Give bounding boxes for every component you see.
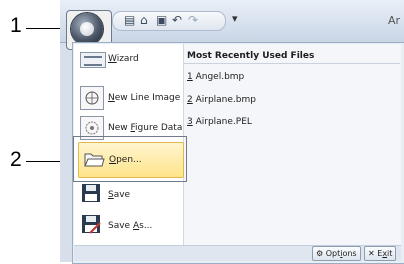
- exit-icon: ✕: [368, 249, 375, 258]
- open-label: Open...: [109, 155, 142, 165]
- save-file-icon[interactable]: ▣: [156, 14, 168, 26]
- exit-button[interactable]: ✕ Exit: [364, 246, 397, 261]
- callout-1-number: 1: [10, 14, 22, 37]
- wizard-icon: [80, 52, 106, 68]
- redo-icon[interactable]: ↷: [188, 14, 200, 26]
- menu-item-save-as[interactable]: Save As...: [78, 212, 182, 238]
- recent-files-header: Most Recently Used Files: [187, 51, 315, 61]
- save-as-label: Save As...: [108, 221, 153, 231]
- menu-item-save[interactable]: Save: [78, 182, 182, 206]
- application-orb-icon: [80, 22, 94, 36]
- save-as-icon: [80, 213, 102, 235]
- new-line-image-icon: [80, 86, 104, 110]
- save-label: Save: [108, 190, 131, 200]
- new-file-icon[interactable]: ▤: [124, 14, 136, 26]
- menu-item-wizard[interactable]: Wizard: [78, 50, 182, 72]
- callout-2-number: 2: [10, 148, 22, 171]
- recent-file-item[interactable]: 3 Airplane.PEL: [187, 117, 252, 127]
- recent-file-item[interactable]: 2 Airplane.bmp: [187, 95, 256, 105]
- undo-icon[interactable]: ↶: [172, 14, 184, 26]
- recent-files-divider: [184, 63, 400, 64]
- options-button[interactable]: ⚙ Options: [312, 246, 361, 261]
- wizard-label: Wizard: [108, 54, 139, 64]
- new-figure-data-label: New Figure Data: [108, 123, 183, 133]
- save-icon: [80, 182, 102, 204]
- menu-item-new-line-image[interactable]: New Line Image: [78, 84, 182, 112]
- options-gear-icon: ⚙: [316, 249, 324, 258]
- new-line-image-label: New Line Image: [108, 93, 181, 103]
- window-title: Ar: [387, 14, 400, 27]
- recent-file-item[interactable]: 1 Angel.bmp: [187, 72, 244, 82]
- menu-item-open[interactable]: Open...: [78, 142, 184, 178]
- qat-customize-arrow[interactable]: ▾: [232, 12, 238, 25]
- open-file-icon[interactable]: ⌂: [140, 14, 152, 26]
- open-folder-icon: [83, 148, 105, 170]
